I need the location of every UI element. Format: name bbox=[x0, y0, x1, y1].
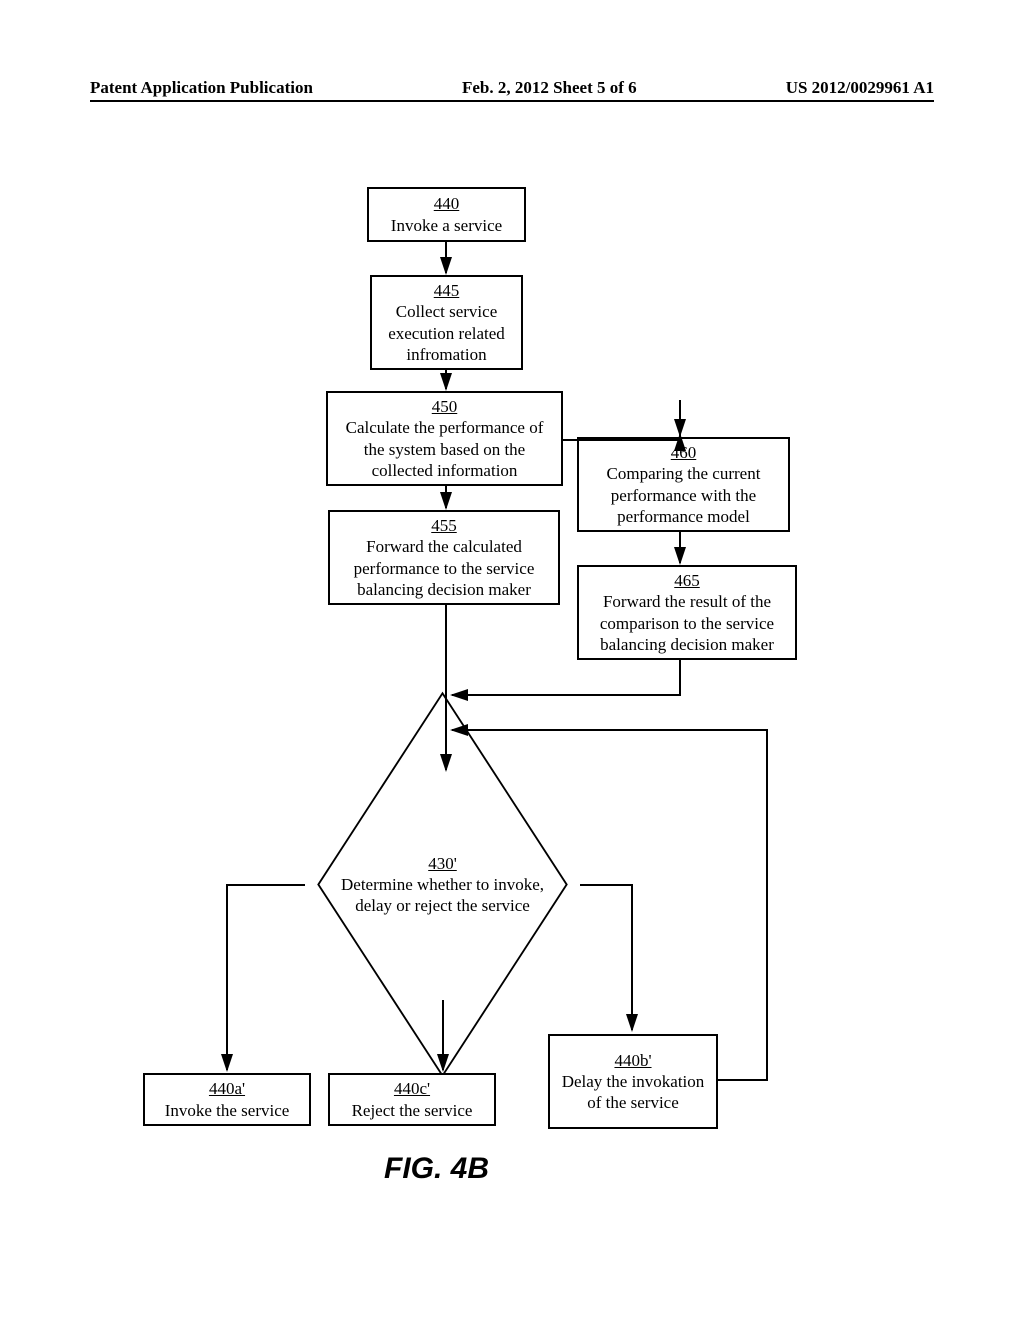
ref-460: 460 bbox=[587, 442, 780, 463]
box-reject: 440c' Reject the service bbox=[328, 1073, 496, 1126]
text-440: Invoke a service bbox=[377, 215, 516, 236]
ref-450: 450 bbox=[336, 396, 553, 417]
text-445: Collect service execution related infrom… bbox=[380, 301, 513, 365]
ref-445: 445 bbox=[380, 280, 513, 301]
text-460: Comparing the current performance with t… bbox=[587, 463, 780, 527]
text-430p: Determine whether to invoke, delay or re… bbox=[330, 874, 555, 917]
ref-440b: 440b' bbox=[558, 1050, 708, 1071]
box-forward-performance: 455 Forward the calculated performance t… bbox=[328, 510, 560, 605]
ref-430p: 430' bbox=[330, 853, 555, 874]
figure-caption: FIG. 4B bbox=[384, 1152, 489, 1186]
box-invoke: 440a' Invoke the service bbox=[143, 1073, 311, 1126]
text-440c: Reject the service bbox=[338, 1100, 486, 1121]
box-delay: 440b' Delay the invokation of the servic… bbox=[548, 1034, 718, 1129]
decision-determine: 430' Determine whether to invoke, delay … bbox=[330, 772, 555, 997]
flowchart: 440 Invoke a service 445 Collect service… bbox=[0, 0, 1024, 1320]
ref-440c: 440c' bbox=[338, 1078, 486, 1099]
ref-440: 440 bbox=[377, 193, 516, 214]
ref-465: 465 bbox=[587, 570, 787, 591]
diamond-label: 430' Determine whether to invoke, delay … bbox=[330, 772, 555, 997]
ref-440a: 440a' bbox=[153, 1078, 301, 1099]
box-compare-performance: 460 Comparing the current performance wi… bbox=[577, 437, 790, 532]
ref-455: 455 bbox=[338, 515, 550, 536]
box-invoke-service: 440 Invoke a service bbox=[367, 187, 526, 242]
text-455: Forward the calculated performance to th… bbox=[338, 536, 550, 600]
box-calculate-performance: 450 Calculate the performance of the sys… bbox=[326, 391, 563, 486]
box-collect-info: 445 Collect service execution related in… bbox=[370, 275, 523, 370]
text-450: Calculate the performance of the system … bbox=[336, 417, 553, 481]
box-forward-comparison: 465 Forward the result of the comparison… bbox=[577, 565, 797, 660]
text-440a: Invoke the service bbox=[153, 1100, 301, 1121]
text-465: Forward the result of the comparison to … bbox=[587, 591, 787, 655]
text-440b: Delay the invokation of the service bbox=[558, 1071, 708, 1114]
